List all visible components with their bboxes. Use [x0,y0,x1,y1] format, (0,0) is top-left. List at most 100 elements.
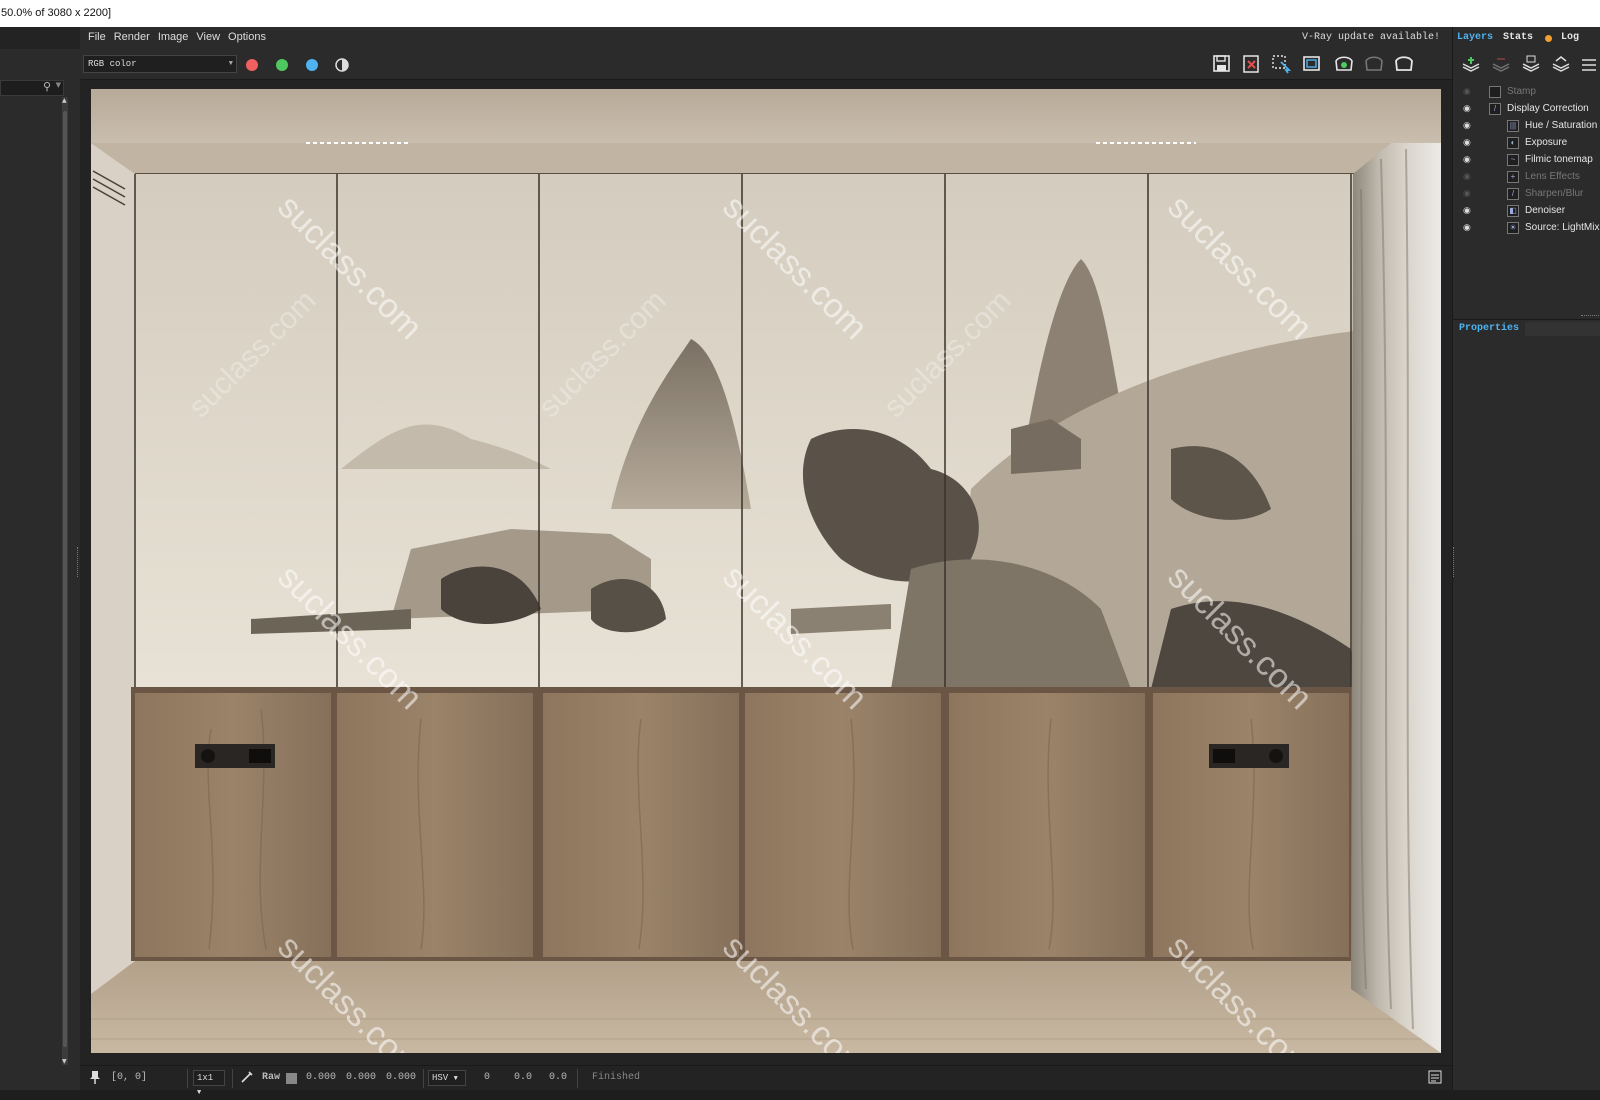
render-icon[interactable] [1332,54,1356,76]
tonemap-icon: ~ [1507,154,1519,166]
panel-tabs: Layers Stats Log [1453,27,1600,49]
properties-field[interactable] [1525,322,1600,336]
track-mouse-icon[interactable] [1300,54,1324,76]
blue-dot-icon [306,59,318,71]
left-panel-header [0,27,80,49]
sharpen-icon: / [1507,188,1519,200]
menu-image[interactable]: Image [150,27,189,48]
tab-log[interactable]: Log [1561,27,1579,49]
save-layers-icon[interactable] [1519,55,1543,77]
raw-g: 0.000 [346,1072,377,1083]
layer-item[interactable]: ◉ / Display Correction [1453,100,1600,117]
color-mode-value: HSV [432,1073,449,1083]
right-splitter[interactable] [1453,547,1456,577]
layer-item[interactable]: ◉ + Lens Effects [1453,168,1600,185]
window-title: 50.0% of 3080 x 2200] [0,0,1600,27]
history-search[interactable]: ⚲ ▼ [0,80,64,96]
red-channel-button[interactable] [239,54,265,76]
left-scrollbar[interactable]: ▲ ▼ [62,97,68,1065]
layer-item[interactable]: ◉ ||| Hue / Saturation [1453,117,1600,134]
chevron-down-icon[interactable]: ▼ [56,81,61,89]
status-bar: [0, 0] 1x1 ▼ Raw 0.000 0.000 0.000 HSV ▼… [80,1065,1452,1097]
channel-select[interactable]: RGB color ▼ [83,55,237,73]
green-channel-button[interactable] [269,54,295,76]
render-viewport[interactable]: suclass.com suclass.com suclass.com sucl… [91,89,1441,1053]
pin-icon[interactable] [88,1069,102,1089]
search-icon[interactable]: ⚲ [43,80,51,93]
layer-name: Stamp [1507,86,1536,97]
layer-name: Source: LightMix [1525,222,1600,233]
eye-icon[interactable]: ◉ [1463,185,1475,202]
layer-name: Sharpen/Blur [1525,188,1584,199]
layer-name: Denoiser [1525,205,1566,216]
layer-tools [1453,51,1600,81]
red-dot-icon [246,59,258,71]
layer-item[interactable]: ◉ ◧ Denoiser [1453,202,1600,219]
layer-name: Exposure [1525,137,1568,148]
raw-r: 0.000 [306,1072,337,1083]
eye-icon[interactable]: ◉ [1463,202,1475,219]
menu-file[interactable]: File [80,27,106,48]
right-panel: Layers Stats Log ◉ Stamp ◉ / Display Correct… [1452,27,1600,1090]
layer-name: Display Correction [1507,103,1589,114]
eye-icon[interactable]: ◉ [1463,83,1475,100]
stop-render-icon[interactable] [1362,54,1386,76]
green-dot-icon [276,59,288,71]
render-status: Finished [592,1072,641,1083]
scroll-down-icon[interactable]: ▼ [62,1058,67,1065]
eye-icon[interactable]: ◉ [1463,117,1475,134]
more-options-icon[interactable] [1577,55,1600,77]
chevron-down-icon: ▼ [197,1089,202,1097]
tab-stats[interactable]: Stats [1503,27,1533,49]
channel-value: RGB color [88,59,137,69]
zoom-select[interactable]: 1x1 ▼ [193,1070,225,1097]
hsv-s: 0.0 [514,1072,533,1083]
layer-item[interactable]: ◉ ~ Filmic tonemap [1453,151,1600,168]
eye-icon[interactable]: ◉ [1463,134,1475,151]
layer-name: Hue / Saturation [1525,120,1598,131]
stamp-icon [1489,86,1501,98]
eye-icon[interactable]: ◉ [1463,151,1475,168]
remove-layer-icon[interactable] [1489,55,1513,77]
menu-lines-icon[interactable] [1428,1070,1442,1088]
contrast-icon [335,58,349,72]
scroll-up-icon[interactable]: ▲ [62,97,67,104]
menu-view[interactable]: View [188,27,220,48]
clear-image-icon[interactable] [1240,54,1264,76]
layer-item[interactable]: ◉ Stamp [1453,83,1600,100]
scroll-thumb[interactable] [63,111,67,1047]
menu-render[interactable]: Render [106,27,150,48]
exposure-icon: ◐ [1507,137,1519,149]
layer-item[interactable]: ◉ / Sharpen/Blur [1453,185,1600,202]
save-image-icon[interactable] [1210,54,1234,76]
add-layer-icon[interactable] [1459,55,1483,77]
render-image: suclass.com suclass.com suclass.com sucl… [91,89,1441,1053]
layer-name: Filmic tonemap [1525,154,1593,165]
eye-icon[interactable]: ◉ [1463,100,1475,117]
alpha-channel-button[interactable] [329,54,355,76]
eye-icon[interactable]: ◉ [1463,168,1475,185]
raw-label: Raw [262,1072,281,1083]
properties-label: Properties [1459,323,1520,334]
eyedropper-icon[interactable] [240,1070,254,1088]
color-swatch [286,1073,297,1084]
pixel-coords: [0, 0] [111,1072,148,1083]
eye-icon[interactable]: ◉ [1463,219,1475,236]
log-alert-icon [1545,35,1552,42]
frame-buffer: File Render Image View Options V-Ray update … [80,27,1452,1097]
color-mode-select[interactable]: HSV ▼ [428,1070,466,1086]
region-render-icon[interactable] [1270,54,1294,76]
layer-item[interactable]: ◉ ◐ Exposure [1453,134,1600,151]
tab-layers[interactable]: Layers [1457,27,1493,49]
layer-name: Lens Effects [1525,171,1580,182]
hsv-v: 0.0 [549,1072,568,1083]
blue-channel-button[interactable] [299,54,325,76]
menu-bar: File Render Image View Options V-Ray update … [80,27,1452,48]
menu-options[interactable]: Options [220,27,266,48]
layer-item[interactable]: ◉ ☀ Source: LightMix [1453,219,1600,236]
left-panel: ⚲ ▼ ▲ ▼ [0,27,80,1090]
load-layers-icon[interactable] [1549,55,1573,77]
interactive-render-icon[interactable] [1392,54,1416,76]
panel-grip[interactable] [1581,315,1600,317]
update-notice[interactable]: V-Ray update available! [1302,27,1440,48]
